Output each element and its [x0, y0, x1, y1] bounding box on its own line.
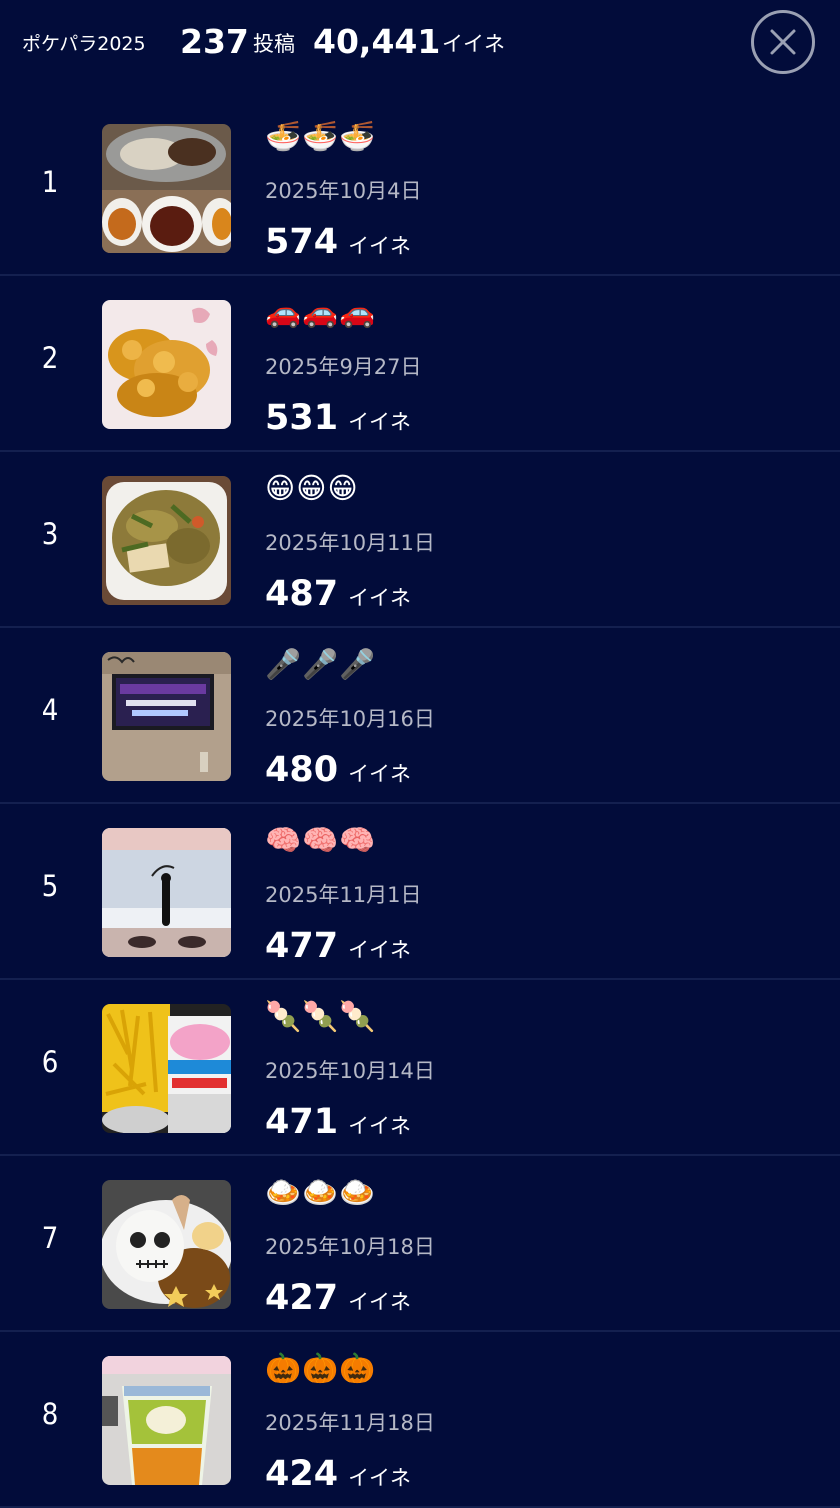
list-item[interactable]: 3 😁😁😁 2025年10月11日 487 イイネ	[0, 452, 840, 628]
total-likes-label: イイネ	[442, 32, 505, 56]
total-posts-count: 237	[180, 22, 249, 61]
rank-number: 1	[41, 165, 59, 199]
post-emoji: 🍜🍜🍜	[265, 119, 377, 153]
like-unit: イイネ	[348, 1290, 412, 1314]
post-thumbnail[interactable]	[102, 1180, 231, 1309]
post-date: 2025年11月18日	[265, 1411, 435, 1435]
total-likes-count: 40,441	[313, 22, 441, 61]
post-likes: 424 イイネ	[265, 1451, 411, 1497]
list-item[interactable]: 7 🍛🍛🍛 2025年10月18日 427 イイネ	[0, 1156, 840, 1332]
rank-number: 7	[41, 1221, 59, 1255]
post-date: 2025年10月11日	[265, 531, 435, 555]
food-icon	[102, 300, 231, 429]
like-count: 480	[265, 750, 339, 790]
post-date: 2025年11月1日	[265, 883, 422, 907]
post-emoji: 🍛🍛🍛	[265, 1175, 377, 1209]
list-item[interactable]: 8 🎃🎃🎃 2025年11月18日 424 イイネ	[0, 1332, 840, 1508]
drink-icon	[102, 1356, 231, 1485]
rank-number: 6	[41, 1045, 59, 1079]
post-date: 2025年10月4日	[265, 179, 422, 203]
karaoke-icon	[102, 652, 231, 781]
rank-number: 4	[41, 693, 59, 727]
like-unit: イイネ	[348, 410, 412, 434]
app-title: ポケパラ2025	[22, 33, 146, 55]
like-count: 427	[265, 1278, 339, 1318]
like-count: 424	[265, 1454, 339, 1494]
post-emoji: 🍡🍡🍡	[265, 999, 377, 1033]
rank-number: 2	[41, 341, 59, 375]
list-item[interactable]: 1 🍜🍜🍜 2025年10月4日 574 イイネ	[0, 100, 840, 276]
food-icon	[102, 476, 231, 605]
like-count: 531	[265, 398, 339, 438]
like-unit: イイネ	[348, 234, 412, 258]
post-thumbnail[interactable]	[102, 652, 231, 781]
header-bar: ポケパラ2025 237 投稿 40,441 イイネ	[0, 0, 840, 96]
like-count: 477	[265, 926, 339, 966]
list-item[interactable]: 6 🍡🍡🍡 2025年10月14日 471 イイネ	[0, 980, 840, 1156]
post-date: 2025年10月16日	[265, 707, 435, 731]
post-likes: 487 イイネ	[265, 571, 411, 617]
post-emoji: 🎤🎤🎤	[265, 647, 377, 681]
like-count: 471	[265, 1102, 339, 1142]
rank-number: 5	[41, 869, 59, 903]
post-date: 2025年9月27日	[265, 355, 422, 379]
post-emoji: 🧠🧠🧠	[265, 823, 377, 857]
like-unit: イイネ	[348, 1466, 412, 1490]
post-thumbnail[interactable]	[102, 300, 231, 429]
post-likes: 427 イイネ	[265, 1275, 411, 1321]
close-icon	[770, 29, 796, 55]
total-posts-label: 投稿	[253, 32, 295, 56]
post-thumbnail[interactable]	[102, 1356, 231, 1485]
food-icon	[102, 1004, 231, 1133]
post-emoji: 🚗🚗🚗	[265, 295, 377, 329]
post-emoji: 😁😁😁	[265, 471, 359, 505]
rank-number: 3	[41, 517, 59, 551]
list-item[interactable]: 5 🧠🧠🧠 2025年11月1日 477 イイネ	[0, 804, 840, 980]
like-unit: イイネ	[348, 938, 412, 962]
food-icon	[102, 1180, 231, 1309]
list-item[interactable]: 2 🚗🚗🚗 2025年9月27日 531 イイネ	[0, 276, 840, 452]
post-likes: 480 イイネ	[265, 747, 411, 793]
post-likes: 477 イイネ	[265, 923, 411, 969]
post-likes: 574 イイネ	[265, 219, 411, 265]
list-item[interactable]: 4 🎤🎤🎤 2025年10月16日 480 イイネ	[0, 628, 840, 804]
post-emoji: 🎃🎃🎃	[265, 1351, 377, 1385]
like-unit: イイネ	[348, 762, 412, 786]
post-thumbnail[interactable]	[102, 828, 231, 957]
post-date: 2025年10月18日	[265, 1235, 435, 1259]
ranking-list: 1 🍜🍜🍜 2025年10月4日 574 イイネ 2 🚗🚗🚗 2025年9月27…	[0, 100, 840, 1508]
post-likes: 471 イイネ	[265, 1099, 411, 1145]
like-unit: イイネ	[348, 586, 412, 610]
post-thumbnail[interactable]	[102, 476, 231, 605]
post-date: 2025年10月14日	[265, 1059, 435, 1083]
post-thumbnail[interactable]	[102, 124, 231, 253]
like-unit: イイネ	[348, 1114, 412, 1138]
food-icon	[102, 124, 231, 253]
like-count: 487	[265, 574, 339, 614]
like-count: 574	[265, 222, 339, 262]
photo-icon	[102, 828, 231, 957]
close-button[interactable]	[751, 10, 815, 74]
post-likes: 531 イイネ	[265, 395, 411, 441]
post-thumbnail[interactable]	[102, 1004, 231, 1133]
rank-number: 8	[41, 1397, 59, 1431]
